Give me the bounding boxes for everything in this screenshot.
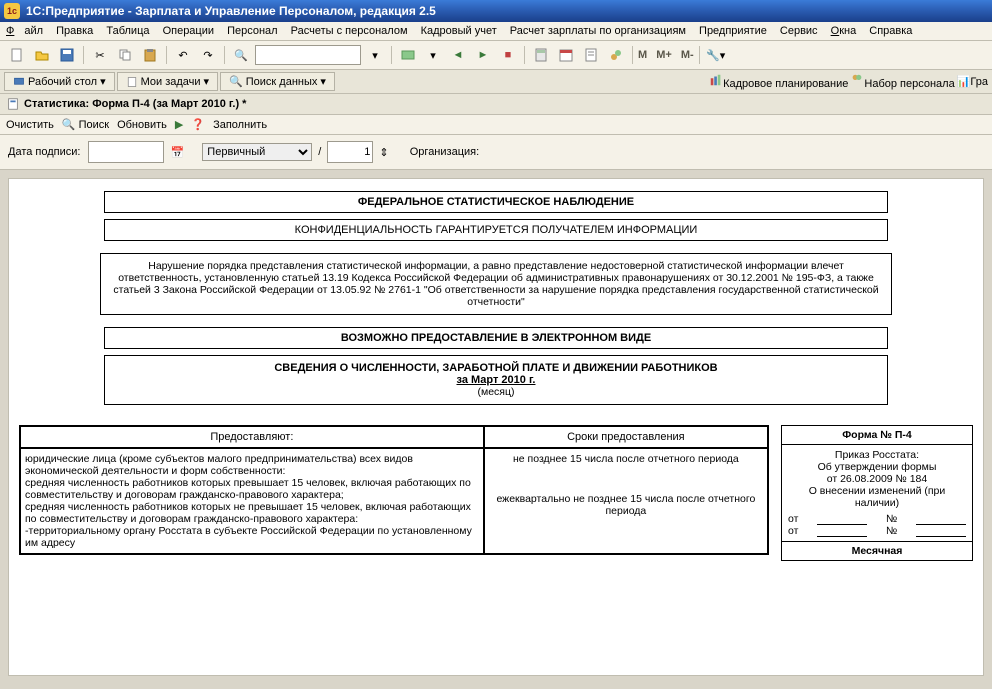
tab-recruitment[interactable]: Набор персонала [850,73,954,90]
tab-gra[interactable]: 📊Гра [957,75,988,88]
providers-cell: юридические лица (кроме субъектов малого… [20,448,484,554]
form-order: Приказ Росстата: Об утверждении формы от… [782,445,972,513]
menu-edit[interactable]: Правка [56,25,93,37]
save-icon[interactable] [56,44,78,66]
window-titlebar: 1c 1С:Предприятие - Зарплата и Управлени… [0,0,992,22]
clear-button[interactable]: Очистить [6,119,54,131]
window-title: 1С:Предприятие - Зарплата и Управление П… [26,4,436,18]
org-label: Организация: [410,146,479,158]
menu-windows[interactable]: Окна [831,25,857,37]
date-sign-input[interactable] [88,141,164,163]
tab-mytasks[interactable]: Мои задачи▾ [117,72,218,91]
form-heading-3: ВОЗМОЖНО ПРЕДОСТАВЛЕНИЕ В ЭЛЕКТРОННОМ ВИ… [104,327,888,349]
form-heading-2: КОНФИДЕНЦИАЛЬНОСТЬ ГАРАНТИРУЕТСЯ ПОЛУЧАТ… [104,219,888,241]
m-minus-button[interactable]: M- [681,49,694,61]
main-toolbar: ✂ ↶ ↷ 🔍 ▾ ▾ ◄ ► ■ M M+ M- 🔧▾ [0,41,992,70]
main-menu: Файл Правка Таблица Операции Персонал Ра… [0,22,992,41]
document-icon [6,97,20,111]
pref-icon[interactable] [605,44,627,66]
calc-icon[interactable] [530,44,552,66]
num-stepper-icon[interactable]: ⇕ [379,146,388,159]
form-title: СВЕДЕНИЯ О ЧИСЛЕННОСТИ, ЗАРАБОТНОЙ ПЛАТЕ… [104,355,888,405]
search-input[interactable] [255,45,361,65]
form-note: Нарушение порядка представления статисти… [100,253,892,315]
help-button[interactable]: ❓ [191,118,205,131]
menu-file[interactable]: Файл [6,25,43,37]
document-toolbar: Очистить 🔍 Поиск Обновить ▶ ❓ Заполнить [0,115,992,135]
fill-button[interactable]: Заполнить [213,119,267,131]
search-icon[interactable]: 🔍 [230,44,252,66]
calendar-icon[interactable] [555,44,577,66]
form-number: Форма № П-4 [782,426,972,445]
paste-icon[interactable] [139,44,161,66]
wrench-icon[interactable]: 🔧▾ [705,44,727,66]
num-input[interactable] [327,141,373,163]
menu-personnel[interactable]: Персонал [227,25,278,37]
m-plus-button[interactable]: M+ [656,49,672,61]
form-period-sub: (месяц) [477,386,514,398]
cut-icon[interactable]: ✂ [89,44,111,66]
stop-icon[interactable]: ■ [497,44,519,66]
find-button[interactable]: 🔍 Поиск [62,118,109,131]
refresh-button[interactable]: Обновить [117,119,167,131]
tab-search[interactable]: 🔍Поиск данных▾ [220,72,335,91]
date-sign-label: Дата подписи: [8,146,80,158]
form-periodicity: Месячная [782,541,972,560]
menu-calc[interactable]: Расчеты с персоналом [291,25,408,37]
col-deadlines: Сроки предоставления [484,426,768,448]
providers-table: Предоставляют: Сроки предоставления юрид… [19,425,769,555]
menu-operations[interactable]: Операции [163,25,214,37]
form-period: за Март 2010 г. [457,374,536,386]
back-icon[interactable]: ◄ [447,44,469,66]
form-meta-box: Форма № П-4 Приказ Росстата: Об утвержде… [781,425,973,561]
undo-icon[interactable]: ↶ [172,44,194,66]
document-title: Статистика: Форма П-4 (за Март 2010 г.) … [24,98,246,110]
field-row: Дата подписи: 📅 Первичный / ⇕ Организаци… [0,135,992,170]
dropdown-icon[interactable]: ▾ [364,44,386,66]
menu-table[interactable]: Таблица [106,25,149,37]
col-providers: Предоставляют: [20,426,484,448]
menu-payroll[interactable]: Расчет зарплаты по организациям [510,25,686,37]
calendar-picker-icon[interactable]: 📅 [170,146,184,159]
primary-select[interactable]: Первичный [202,143,312,161]
action1-icon[interactable] [397,44,419,66]
tab-hr-planning[interactable]: Кадровое планирование [709,73,848,90]
new-doc-icon[interactable] [6,44,28,66]
copy-icon[interactable] [114,44,136,66]
menu-enterprise[interactable]: Предприятие [699,25,767,37]
open-icon[interactable] [31,44,53,66]
menu-service[interactable]: Сервис [780,25,818,37]
tab-desktop[interactable]: Рабочий стол▾ [4,72,115,91]
menu-hr[interactable]: Кадровый учет [421,25,497,37]
app-logo-icon: 1c [4,3,20,19]
action2-icon[interactable]: ▾ [422,44,444,66]
redo-icon[interactable]: ↷ [197,44,219,66]
tab-bar: Рабочий стол▾ Мои задачи▾ 🔍Поиск данных▾… [0,70,992,94]
report-icon[interactable] [580,44,602,66]
slash-label: / [318,146,321,158]
document-title-bar: Статистика: Форма П-4 (за Март 2010 г.) … [0,94,992,115]
form-heading-1: ФЕДЕРАЛЬНОЕ СТАТИСТИЧЕСКОЕ НАБЛЮДЕНИЕ [104,191,888,213]
document-body: ФЕДЕРАЛЬНОЕ СТАТИСТИЧЕСКОЕ НАБЛЮДЕНИЕ КО… [8,178,984,676]
fwd-icon[interactable]: ► [472,44,494,66]
m-button[interactable]: M [638,49,647,61]
arrow-button[interactable]: ▶ [175,118,183,131]
menu-help[interactable]: Справка [869,25,912,37]
deadlines-cell: не позднее 15 числа после отчетного пери… [484,448,768,554]
